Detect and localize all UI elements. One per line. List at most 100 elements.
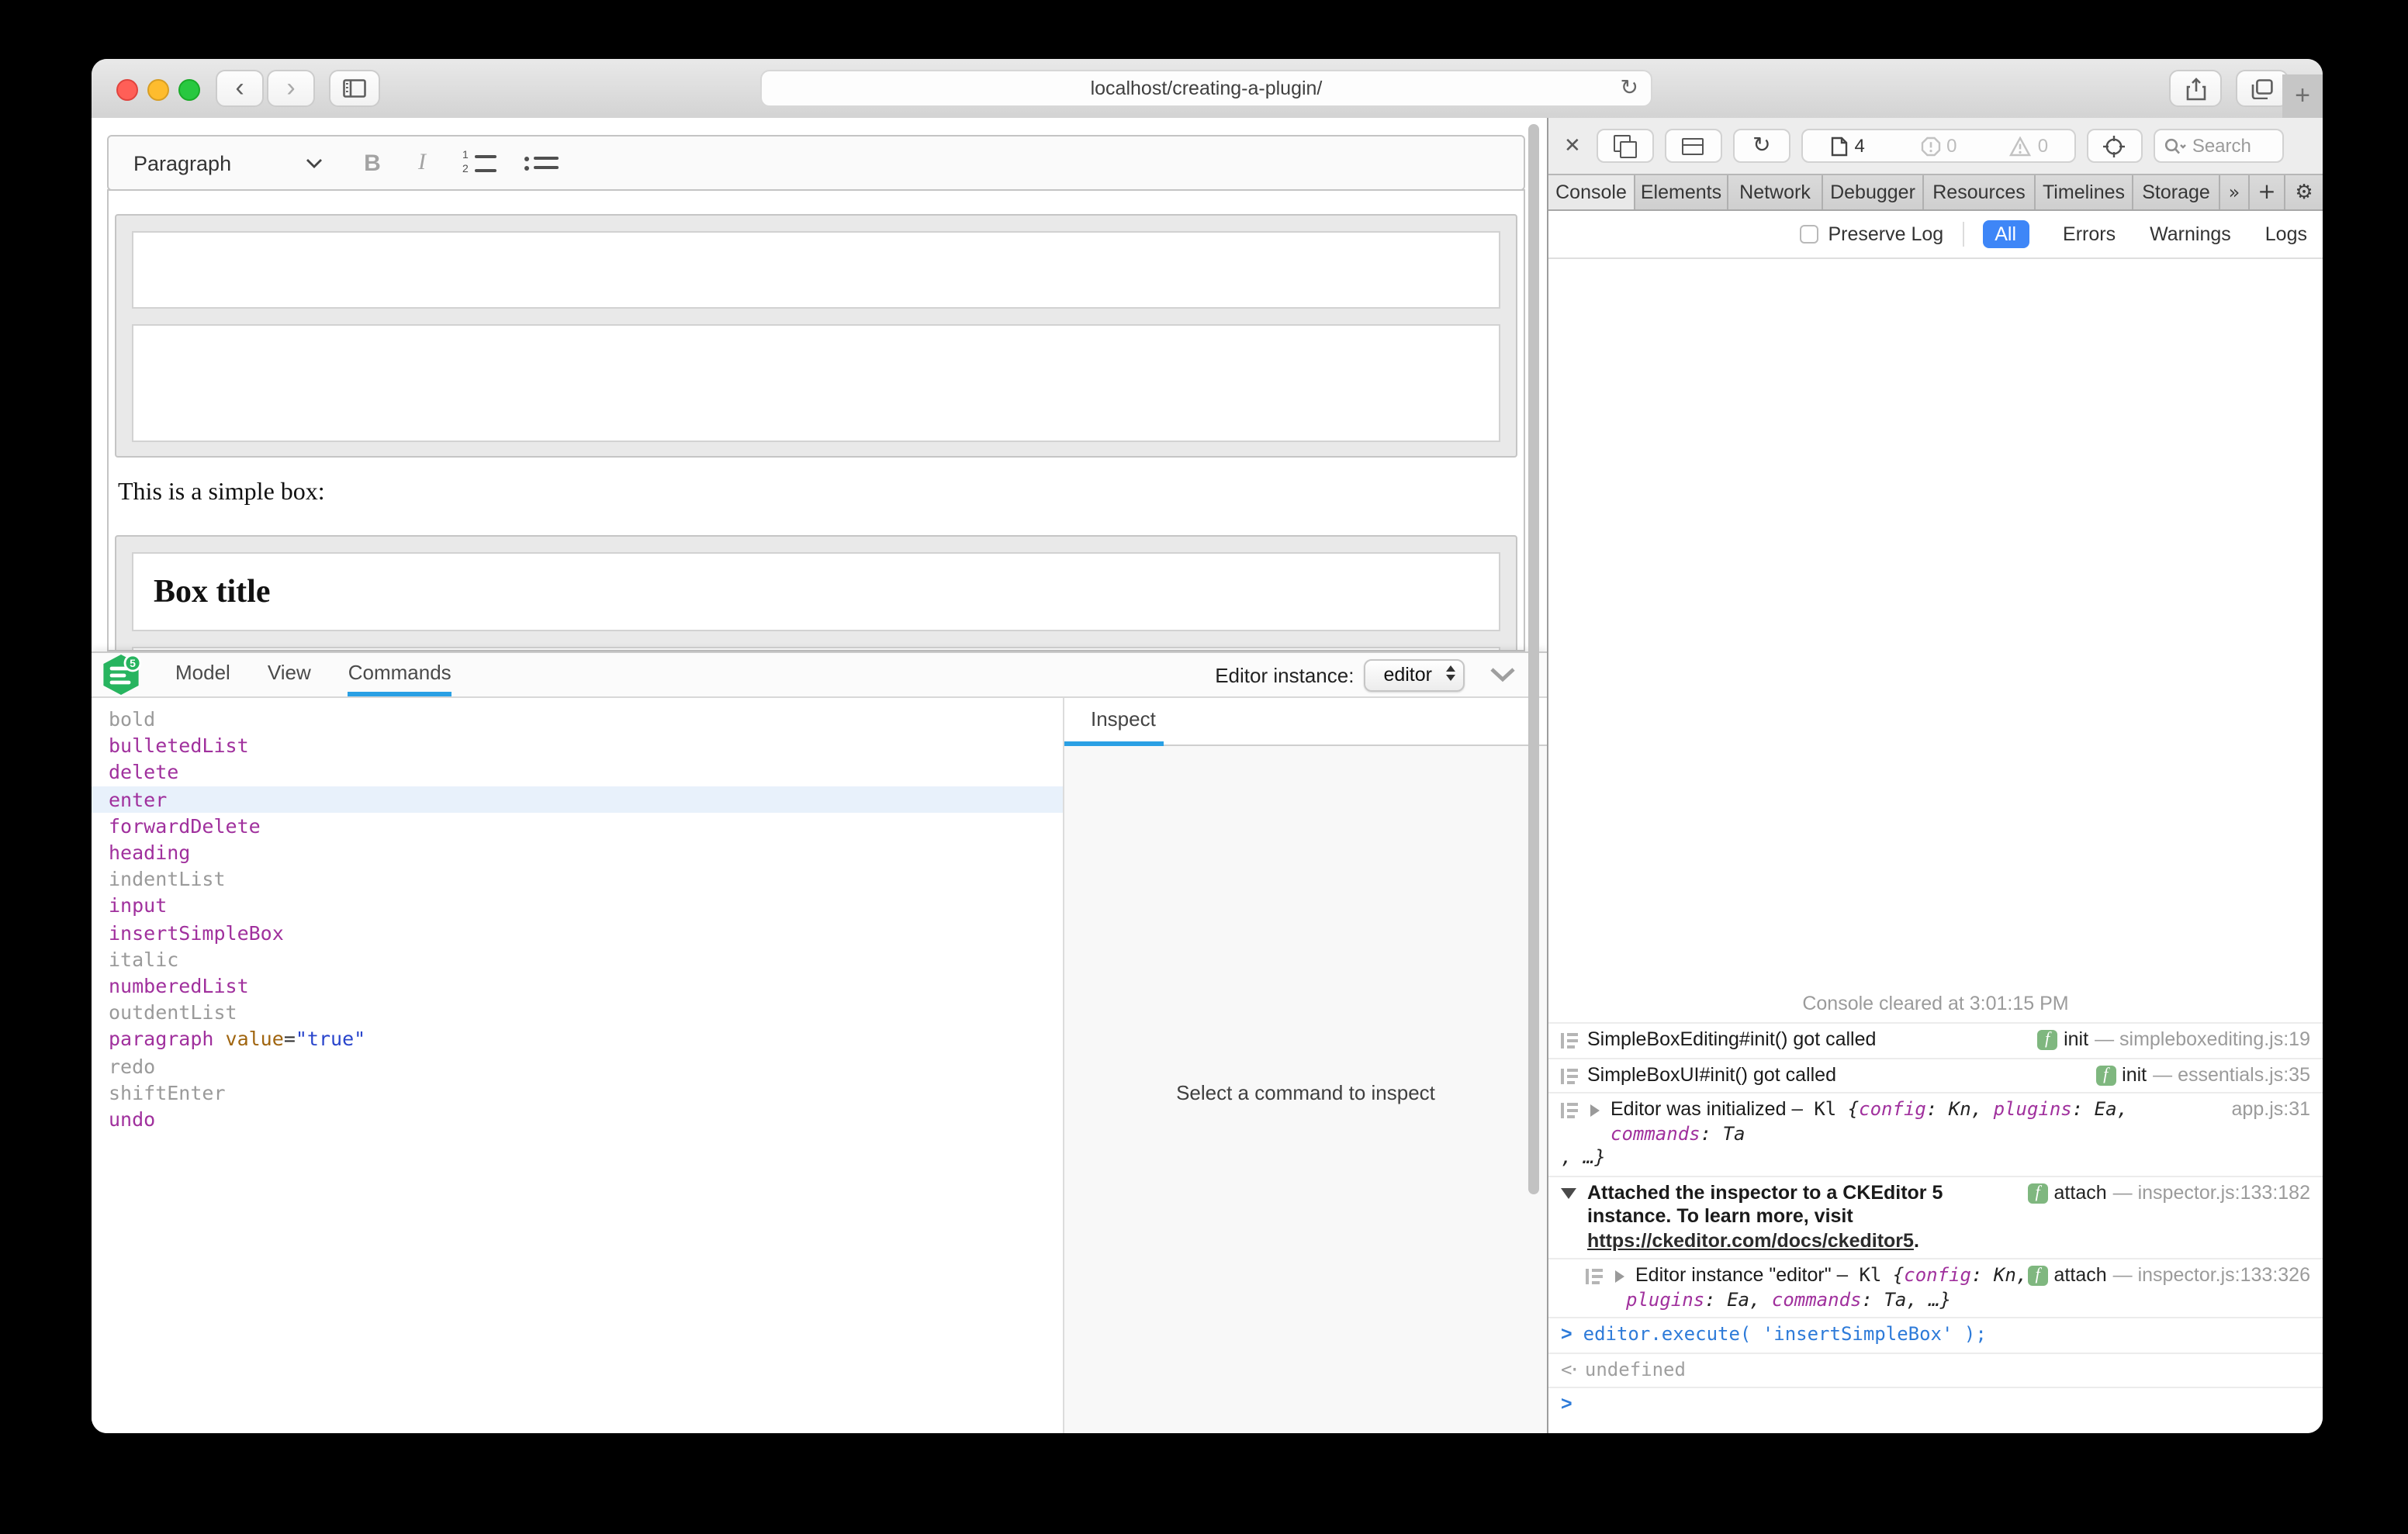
devtools-tab-storage[interactable]: Storage [2133, 175, 2220, 209]
back-button[interactable]: ‹ [216, 70, 264, 107]
disclosure-triangle-icon[interactable] [1615, 1270, 1624, 1282]
bulleted-list-button[interactable] [524, 156, 559, 170]
paragraph-text[interactable]: This is a simple box: [118, 479, 325, 507]
console-filter-bar: Preserve Log All Errors Warnings Logs [1548, 211, 2323, 259]
command-row-insertSimpleBox[interactable]: insertSimpleBox [92, 919, 1063, 945]
disclosure-triangle-icon[interactable] [1590, 1104, 1600, 1116]
inspector-tab-view[interactable]: View [268, 653, 311, 696]
source-location-link[interactable]: — simpleboxediting.js:19 [2095, 1028, 2310, 1052]
simple-box-title-field[interactable]: Box title [132, 552, 1500, 631]
preserve-log-checkbox[interactable] [1801, 225, 1819, 244]
simple-box-widget[interactable]: Box title [115, 535, 1517, 651]
devtools-tab-resources[interactable]: Resources [1924, 175, 2036, 209]
tab-overview-button[interactable] [2236, 70, 2289, 107]
url-text: localhost/creating-a-plugin/ [1091, 78, 1323, 99]
console-input-echo-row[interactable]: > editor.execute( 'insertSimpleBox' ); [1548, 1317, 2323, 1352]
settings-gear-button[interactable]: ⚙ [2285, 175, 2323, 209]
italic-button[interactable]: I [410, 150, 434, 176]
console-log-row-expandable[interactable]: Editor was initialized – Kl {config: Kn,… [1548, 1092, 2323, 1175]
command-row-indentList[interactable]: indentList [92, 865, 1063, 892]
crosshair-icon [2103, 134, 2126, 157]
share-button[interactable] [2169, 70, 2222, 107]
filter-all[interactable]: All [1982, 220, 2029, 248]
numbered-list-button[interactable]: 1 2 [462, 151, 496, 174]
minimize-window-button[interactable] [147, 79, 169, 101]
tab-inspect[interactable]: Inspect [1091, 698, 1156, 741]
close-window-button[interactable] [116, 79, 138, 101]
console-result-row[interactable]: <· undefined [1548, 1352, 2323, 1387]
inspector-tab-model[interactable]: Model [175, 653, 230, 696]
command-row-numberedList[interactable]: numberedList [92, 973, 1063, 999]
warning-count-segment[interactable]: 0 [1984, 135, 2074, 157]
error-count-segment[interactable]: 0 [1893, 135, 1984, 157]
source-location-link[interactable]: — inspector.js:133:182 [2113, 1181, 2310, 1205]
command-row-bold[interactable]: bold [92, 706, 1063, 732]
bulleted-list-icon-row2 [524, 165, 559, 170]
filter-errors[interactable]: Errors [2063, 223, 2116, 245]
forward-button[interactable]: › [267, 70, 315, 107]
svg-text:5: 5 [130, 657, 136, 669]
devtools-tab-debugger[interactable]: Debugger [1823, 175, 1924, 209]
inspector-tab-commands[interactable]: Commands [348, 653, 452, 696]
close-devtools-button[interactable]: ✕ [1564, 134, 1581, 157]
command-row-outdentList[interactable]: outdentList [92, 999, 1063, 1025]
filter-warnings[interactable]: Warnings [2150, 223, 2231, 245]
element-picker-button[interactable] [2087, 129, 2143, 163]
sidebar-button[interactable] [329, 70, 380, 107]
editor-instance-select[interactable]: editor [1363, 658, 1465, 691]
devtools-tab-timelines[interactable]: Timelines [2036, 175, 2133, 209]
detach-icon [1614, 135, 1631, 152]
console-nested-log-row[interactable]: Editor instance "editor" – Kl {config: K… [1548, 1258, 2323, 1317]
page-scrollbar-thumb[interactable] [1528, 124, 1539, 1194]
command-row-italic[interactable]: italic [92, 946, 1063, 973]
ckeditor-docs-link[interactable]: https://ckeditor.com/docs/ckeditor5 [1587, 1229, 1914, 1251]
add-tab-button[interactable]: + [2250, 175, 2285, 209]
simple-box-description-field[interactable] [132, 324, 1500, 442]
console-log-row[interactable]: SimpleBoxEditing#init() got called f ini… [1548, 1022, 2323, 1057]
command-row-enter[interactable]: enter [92, 786, 1063, 812]
command-row-redo[interactable]: redo [92, 1052, 1063, 1079]
command-row-forwardDelete[interactable]: forwardDelete [92, 813, 1063, 839]
simple-box-title-field[interactable] [132, 231, 1500, 309]
collapse-inspector-button[interactable] [1489, 667, 1516, 682]
disclosure-triangle-open-icon[interactable] [1561, 1187, 1576, 1198]
object-preview: – Kl {config: Kn, [1837, 1264, 2028, 1286]
command-row-undo[interactable]: undo [92, 1106, 1063, 1132]
command-row-paragraph[interactable]: paragraph value="true" [92, 1026, 1063, 1052]
command-row-delete[interactable]: delete [92, 759, 1063, 786]
console-prompt-row[interactable]: > [1548, 1387, 2323, 1433]
command-row-shiftEnter[interactable]: shiftEnter [92, 1080, 1063, 1106]
command-row-bulletedList[interactable]: bulletedList [92, 732, 1063, 758]
share-icon [2185, 77, 2206, 100]
source-location-link[interactable]: — inspector.js:133:326 [2113, 1264, 2310, 1288]
simple-box-widget-selected[interactable] [115, 214, 1517, 458]
console-log-row[interactable]: SimpleBoxUI#init() got called f init — e… [1548, 1057, 2323, 1092]
issues-summary-button[interactable]: 4 0 [1801, 129, 2076, 163]
command-row-heading[interactable]: heading [92, 839, 1063, 865]
console-output: Console cleared at 3:01:15 PM SimpleBoxE… [1548, 259, 2323, 1433]
new-tab-button[interactable]: + [2282, 74, 2323, 118]
address-bar[interactable]: localhost/creating-a-plugin/ ↻ [760, 70, 1652, 107]
reload-icon[interactable]: ↻ [1621, 76, 1638, 101]
more-tabs-button[interactable]: » [2220, 175, 2250, 209]
source-location-link[interactable]: — essentials.js:35 [2153, 1063, 2310, 1087]
bold-button[interactable]: B [357, 150, 388, 176]
editor-editable-area[interactable]: This is a simple box: Box title [107, 189, 1525, 651]
devtools-tab-console[interactable]: Console [1548, 175, 1635, 209]
command-row-input[interactable]: input [92, 893, 1063, 919]
reload-page-button[interactable]: ↻ [1733, 129, 1790, 163]
dock-devtools-button[interactable] [1665, 129, 1722, 163]
detach-devtools-button[interactable] [1597, 129, 1654, 163]
devtools-tab-elements[interactable]: Elements [1635, 175, 1728, 209]
heading-dropdown[interactable]: Paragraph [133, 151, 323, 174]
filter-logs[interactable]: Logs [2265, 223, 2307, 245]
zoom-window-button[interactable] [178, 79, 200, 101]
page-resources-segment[interactable]: 4 [1803, 135, 1894, 157]
inspector-header-right: Editor instance: editor [1215, 658, 1547, 691]
console-log-row-expanded[interactable]: Attached the inspector to a CKEditor 5 i… [1548, 1175, 2323, 1258]
source-location-link[interactable]: app.js:31 [2232, 1098, 2310, 1122]
devtools-tab-network[interactable]: Network [1728, 175, 1823, 209]
box-title-text: Box title [154, 572, 270, 611]
devtools-search-field[interactable]: Search [2154, 129, 2284, 163]
result-value: undefined [1585, 1358, 1686, 1382]
